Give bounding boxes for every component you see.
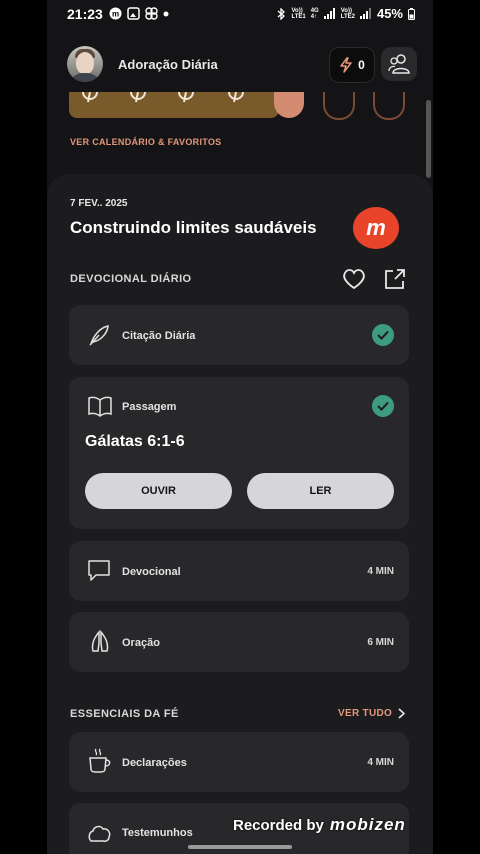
pinwheel-icon [145,7,158,20]
declarations-label: Declarações [122,757,187,769]
devotional-duration: 4 MIN [367,566,394,577]
daily-quote-label: Citação Diária [122,330,196,342]
passage-card: Passagem Gálatas 6:1-6 OUVIR LER [69,377,409,529]
home-indicator[interactable] [188,845,292,849]
today-title: Construindo limites saudáveis [70,218,317,237]
gallery-icon [127,7,140,20]
scrollbar[interactable] [426,100,431,178]
dot-icon [163,11,169,16]
calendar-day[interactable] [123,91,153,118]
network-2-bottom: LTE2 [340,13,355,20]
bluetooth-icon [278,7,286,20]
devotional-card[interactable]: Devocional 4 MIN [69,541,409,601]
share-icon[interactable] [383,267,407,291]
notification-m-icon: m [109,7,122,20]
calendar-strip [69,91,411,120]
avatar[interactable] [67,46,103,82]
status-right: Vo)) LTE1 4G 4↑ Vo)) LTE2 45% [277,6,415,21]
check-icon [372,324,394,346]
calendar-day[interactable] [171,91,201,118]
see-all-label: VER TUDO [338,708,393,719]
recording-label: Recorded by [233,816,324,834]
battery-percent: 45% [376,6,403,21]
mobizen-floating-button[interactable]: m [353,207,399,249]
praying-hands-icon [91,629,109,652]
network-2: Vo)) LTE2 [341,8,355,20]
heart-icon[interactable] [341,267,367,291]
status-bar: 21:23 m Vo)) LTE1 4G 4↑ Vo)) LTE2 45% [47,0,433,30]
prayer-card[interactable]: Oração 6 MIN [69,612,409,672]
avatar-face [76,52,94,74]
people-icon [388,54,410,74]
network-1: Vo)) LTE1 [291,8,305,20]
today-date: 7 FEV.. 2025 [70,198,128,209]
devotional-section-title: DEVOCIONAL DIÁRIO [70,273,192,285]
network-4g: 4G 4↑ [311,8,319,20]
flame-icon [178,91,194,103]
speech-bubble-icon [88,560,110,581]
see-all-link[interactable]: VER TUDO [338,708,406,719]
streak-count: 0 [358,58,365,72]
lightning-icon [340,57,352,73]
flame-icon [130,91,146,103]
battery-icon [408,7,415,20]
prayer-label: Oração [122,637,160,649]
status-time: 21:23 [67,6,103,22]
signal-2-icon [359,8,371,19]
calendar-day[interactable] [221,91,251,118]
check-icon [372,395,394,417]
recording-brand: mobizen [329,815,406,834]
calendar-day[interactable] [75,91,105,118]
calendar-favorites-link[interactable]: VER CALENDÁRIO & FAVORITOS [70,137,221,147]
network-1-bottom: LTE1 [291,13,306,20]
flame-icon [228,91,244,103]
community-button[interactable] [381,47,417,81]
declarations-card[interactable]: Declarações 4 MIN [69,732,409,792]
app-title: Adoração Diária [118,57,218,72]
prayer-duration: 6 MIN [367,637,394,648]
app-header: Adoração Diária 0 [47,40,433,90]
calendar-day-future[interactable] [373,92,405,120]
passage-label: Passagem [122,401,177,413]
essentials-section-title: ESSENCIAIS DA FÉ [70,708,179,720]
testimonies-icon [88,825,111,842]
daily-quote-card[interactable]: Citação Diária [69,305,409,365]
calendar-day-future[interactable] [323,92,355,120]
testimonies-label: Testemunhos [122,827,193,839]
book-icon [88,396,112,417]
svg-text:m: m [112,10,119,19]
notification-icons: m [109,7,169,20]
avatar-shirt [69,73,101,82]
flame-icon [82,91,98,103]
declarations-duration: 4 MIN [367,757,394,768]
recording-watermark: Recorded by mobizen [233,815,406,835]
network-4g-bottom: 4↑ [310,13,318,20]
mobizen-fab-letter: m [366,215,386,240]
read-button[interactable]: LER [247,473,394,509]
phone-screen: 21:23 m Vo)) LTE1 4G 4↑ Vo)) LTE2 45% Adora… [47,0,433,854]
chevron-right-icon [398,708,406,719]
listen-button[interactable]: OUVIR [85,473,232,509]
streak-button[interactable]: 0 [329,47,375,83]
passage-reference: Gálatas 6:1-6 [85,433,185,450]
devotional-label: Devocional [122,566,181,578]
signal-1-icon [323,8,335,19]
coffee-cup-icon [89,748,111,773]
feather-icon [89,325,109,346]
calendar-day-today[interactable] [274,92,304,118]
